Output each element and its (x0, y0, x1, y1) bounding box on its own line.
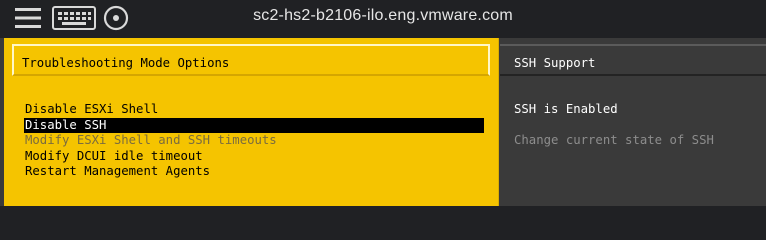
options-title: Troubleshooting Mode Options (22, 56, 230, 70)
ssh-status: SSH is Enabled (514, 102, 618, 116)
details-title: SSH Support (514, 56, 596, 70)
top-toolbar: sc2-hs2-b2106-ilo.eng.vmware.com (0, 0, 766, 36)
menu-item-disable-esxi-shell[interactable]: Disable ESXi Shell (24, 102, 484, 118)
menu-item-restart-agents[interactable]: Restart Management Agents (24, 164, 484, 180)
options-menu: Disable ESXi Shell Disable SSH Modify ES… (24, 102, 484, 180)
menu-item-disable-ssh[interactable]: Disable SSH (24, 117, 484, 133)
help-text: Change current state of SSH (514, 133, 714, 147)
details-panel: SSH Support SSH is Enabled Change curren… (500, 38, 766, 206)
menu-item-modify-timeouts[interactable]: Modify ESXi Shell and SSH timeouts (24, 133, 484, 149)
host-title: sc2-hs2-b2106-ilo.eng.vmware.com (253, 7, 513, 24)
options-panel: Troubleshooting Mode Options Disable ESX… (4, 38, 499, 206)
menu-item-modify-dcui-timeout[interactable]: Modify DCUI idle timeout (24, 149, 484, 165)
